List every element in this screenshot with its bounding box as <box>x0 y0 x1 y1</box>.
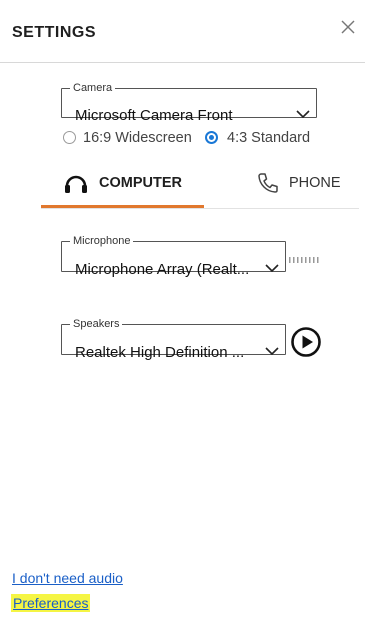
settings-header: SETTINGS <box>0 0 365 62</box>
chevron-down-icon <box>265 347 279 356</box>
chevron-down-icon <box>265 264 279 273</box>
speakers-select[interactable]: Speakers Realtek High Definition ... <box>61 318 286 361</box>
phone-icon <box>258 173 278 193</box>
page-title: SETTINGS <box>12 24 97 41</box>
radio-widescreen[interactable] <box>63 131 76 144</box>
camera-legend: Camera <box>73 82 113 94</box>
microphone-selected-value: Microphone Array (Realt... <box>75 261 250 278</box>
settings-panel: SETTINGS Camera Microsoft Camera Front 1… <box>0 0 365 632</box>
microphone-select[interactable]: Microphone Microphone Array (Realt... <box>61 235 286 278</box>
speakers-legend: Speakers <box>73 318 120 330</box>
aspect-ratio-options: 16:9 Widescreen 4:3 Standard <box>63 128 323 150</box>
tab-computer-label: COMPUTER <box>99 175 182 191</box>
radio-standard-label[interactable]: 4:3 Standard <box>227 130 310 146</box>
audio-tabs: COMPUTER PHONE <box>0 162 365 210</box>
tabs-divider <box>41 208 359 209</box>
radio-standard[interactable] <box>205 131 218 144</box>
play-test-sound-icon[interactable] <box>290 326 322 358</box>
headset-icon <box>65 175 87 193</box>
speakers-selected-value: Realtek High Definition ... <box>75 344 245 361</box>
microphone-level-meter <box>289 257 319 263</box>
camera-select[interactable]: Camera Microsoft Camera Front <box>61 82 317 124</box>
microphone-legend: Microphone <box>73 235 131 247</box>
tab-phone[interactable]: PHONE <box>222 162 341 208</box>
no-audio-link[interactable]: I don't need audio <box>12 570 123 586</box>
preferences-link[interactable]: Preferences <box>11 594 91 612</box>
close-icon[interactable] <box>339 18 357 36</box>
header-divider <box>0 62 365 63</box>
tab-computer[interactable]: COMPUTER <box>41 162 204 208</box>
camera-selected-value: Microsoft Camera Front <box>75 107 233 124</box>
chevron-down-icon <box>296 110 310 119</box>
radio-widescreen-label[interactable]: 16:9 Widescreen <box>83 130 192 146</box>
tab-phone-label: PHONE <box>289 175 341 191</box>
